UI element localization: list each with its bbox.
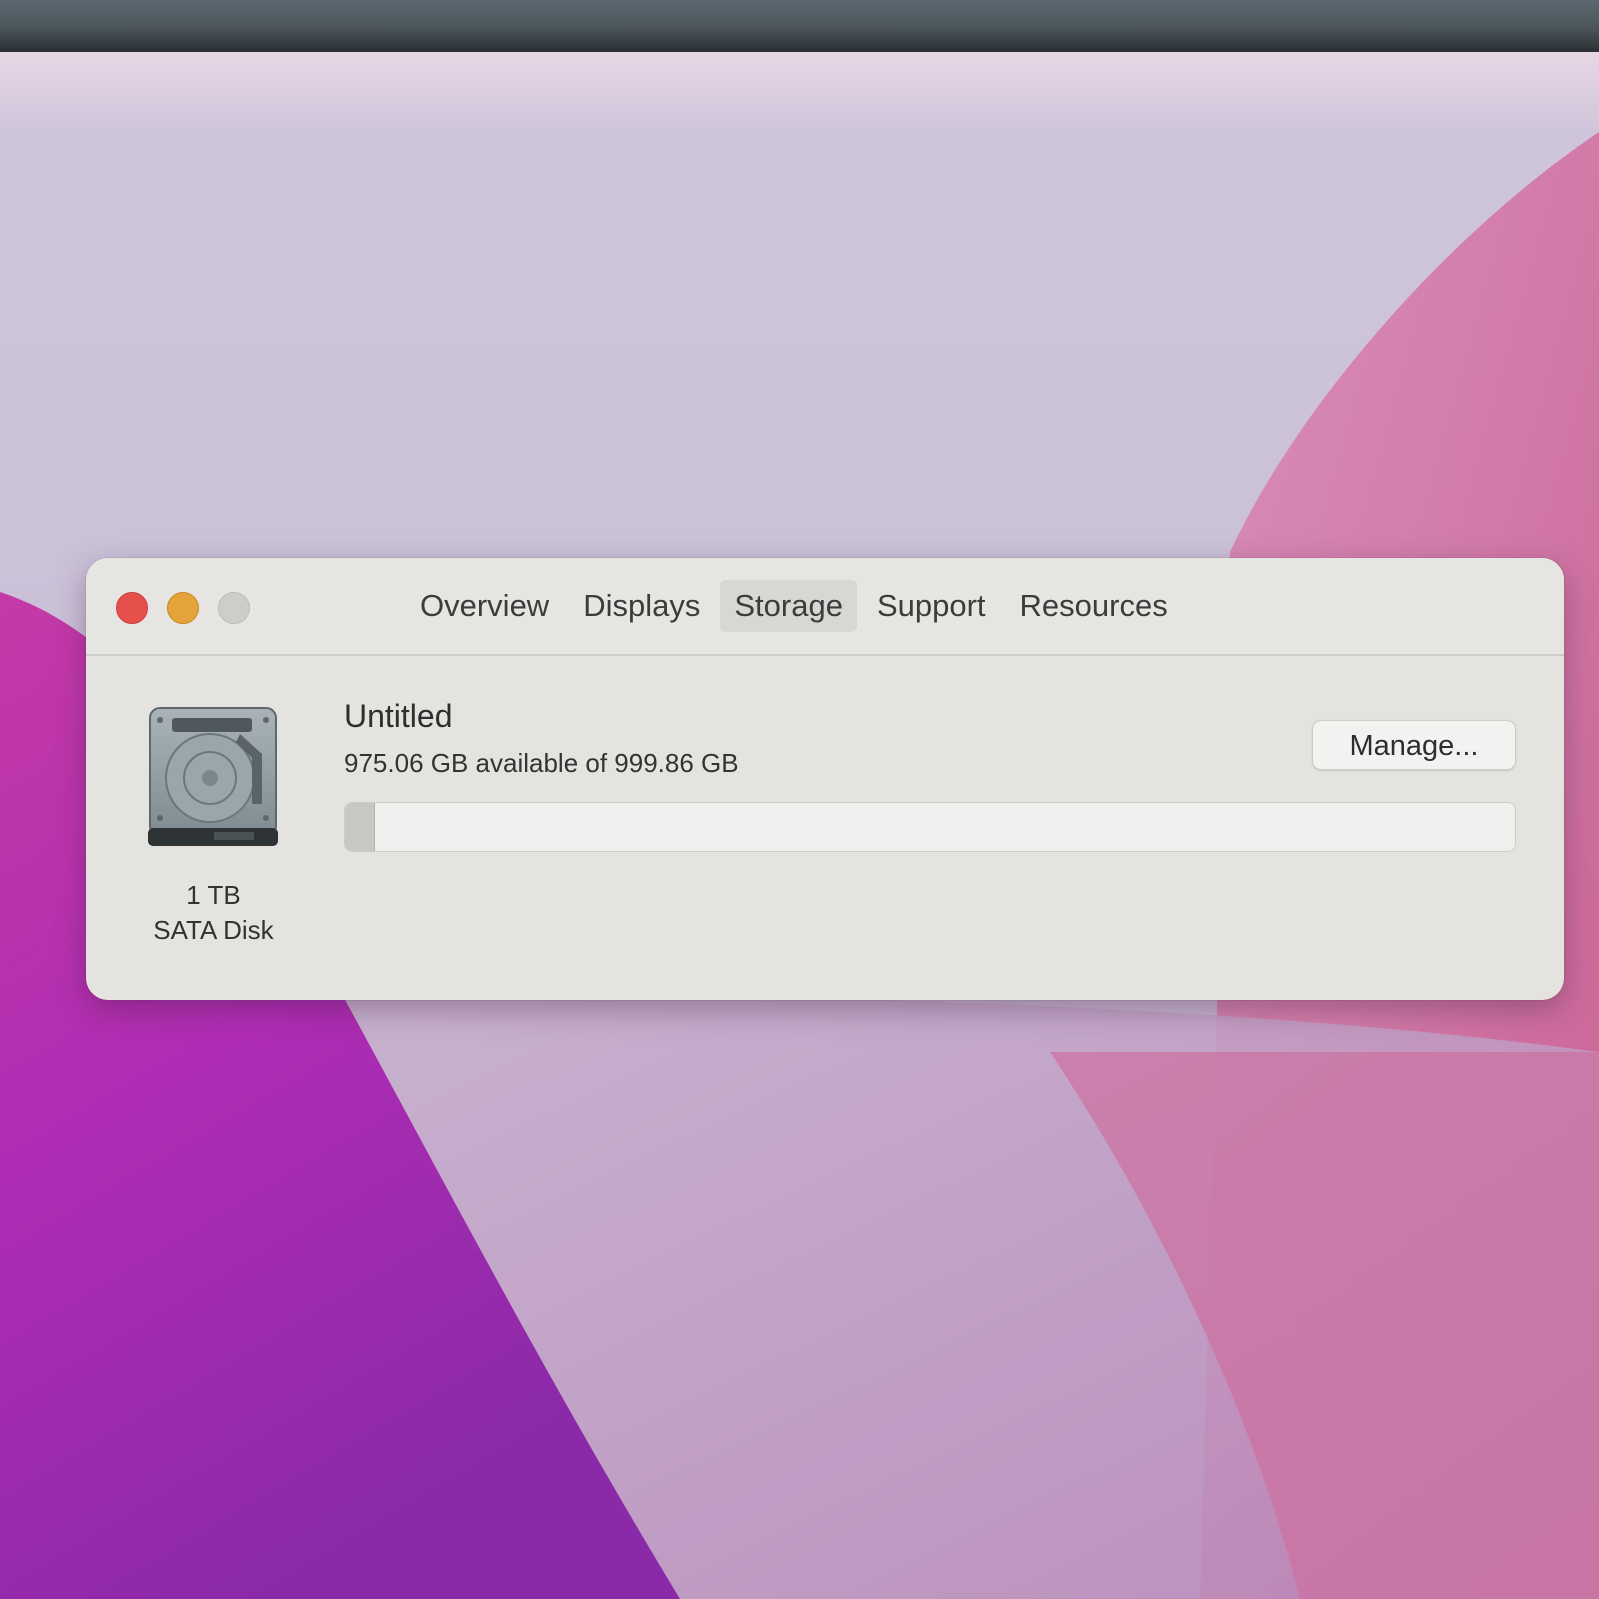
- tab-support[interactable]: Support: [863, 580, 1000, 632]
- monitor-bezel: [0, 0, 1599, 52]
- tab-bar: Overview Displays Storage Support Resour…: [406, 578, 1188, 634]
- storage-usage-bar: [344, 802, 1516, 852]
- tab-resources[interactable]: Resources: [1006, 580, 1182, 632]
- volume-availability: 975.06 GB available of 999.86 GB: [344, 748, 739, 778]
- storage-panel: 1 TB SATA Disk Untitled 975.06 GB availa…: [86, 656, 1564, 1000]
- disk-caption: 1 TB SATA Disk: [126, 878, 301, 948]
- storage-usage-fill: [345, 803, 376, 851]
- volume-name: Untitled: [344, 698, 453, 734]
- manage-button[interactable]: Manage...: [1312, 720, 1516, 770]
- about-this-mac-window: Overview Displays Storage Support Resour…: [86, 558, 1564, 1000]
- minimize-window-button[interactable]: [167, 592, 199, 624]
- disk-capacity: 1 TB: [186, 880, 241, 910]
- hard-drive-icon: [148, 707, 278, 846]
- tab-storage[interactable]: Storage: [720, 580, 857, 632]
- zoom-window-button: [218, 592, 250, 624]
- window-titlebar: Overview Displays Storage Support Resour…: [86, 558, 1564, 656]
- disk-type: SATA Disk: [153, 915, 274, 945]
- tab-displays[interactable]: Displays: [569, 580, 714, 632]
- tab-overview[interactable]: Overview: [406, 580, 563, 632]
- screen: Overview Displays Storage Support Resour…: [0, 0, 1599, 1599]
- close-window-button[interactable]: [116, 592, 148, 624]
